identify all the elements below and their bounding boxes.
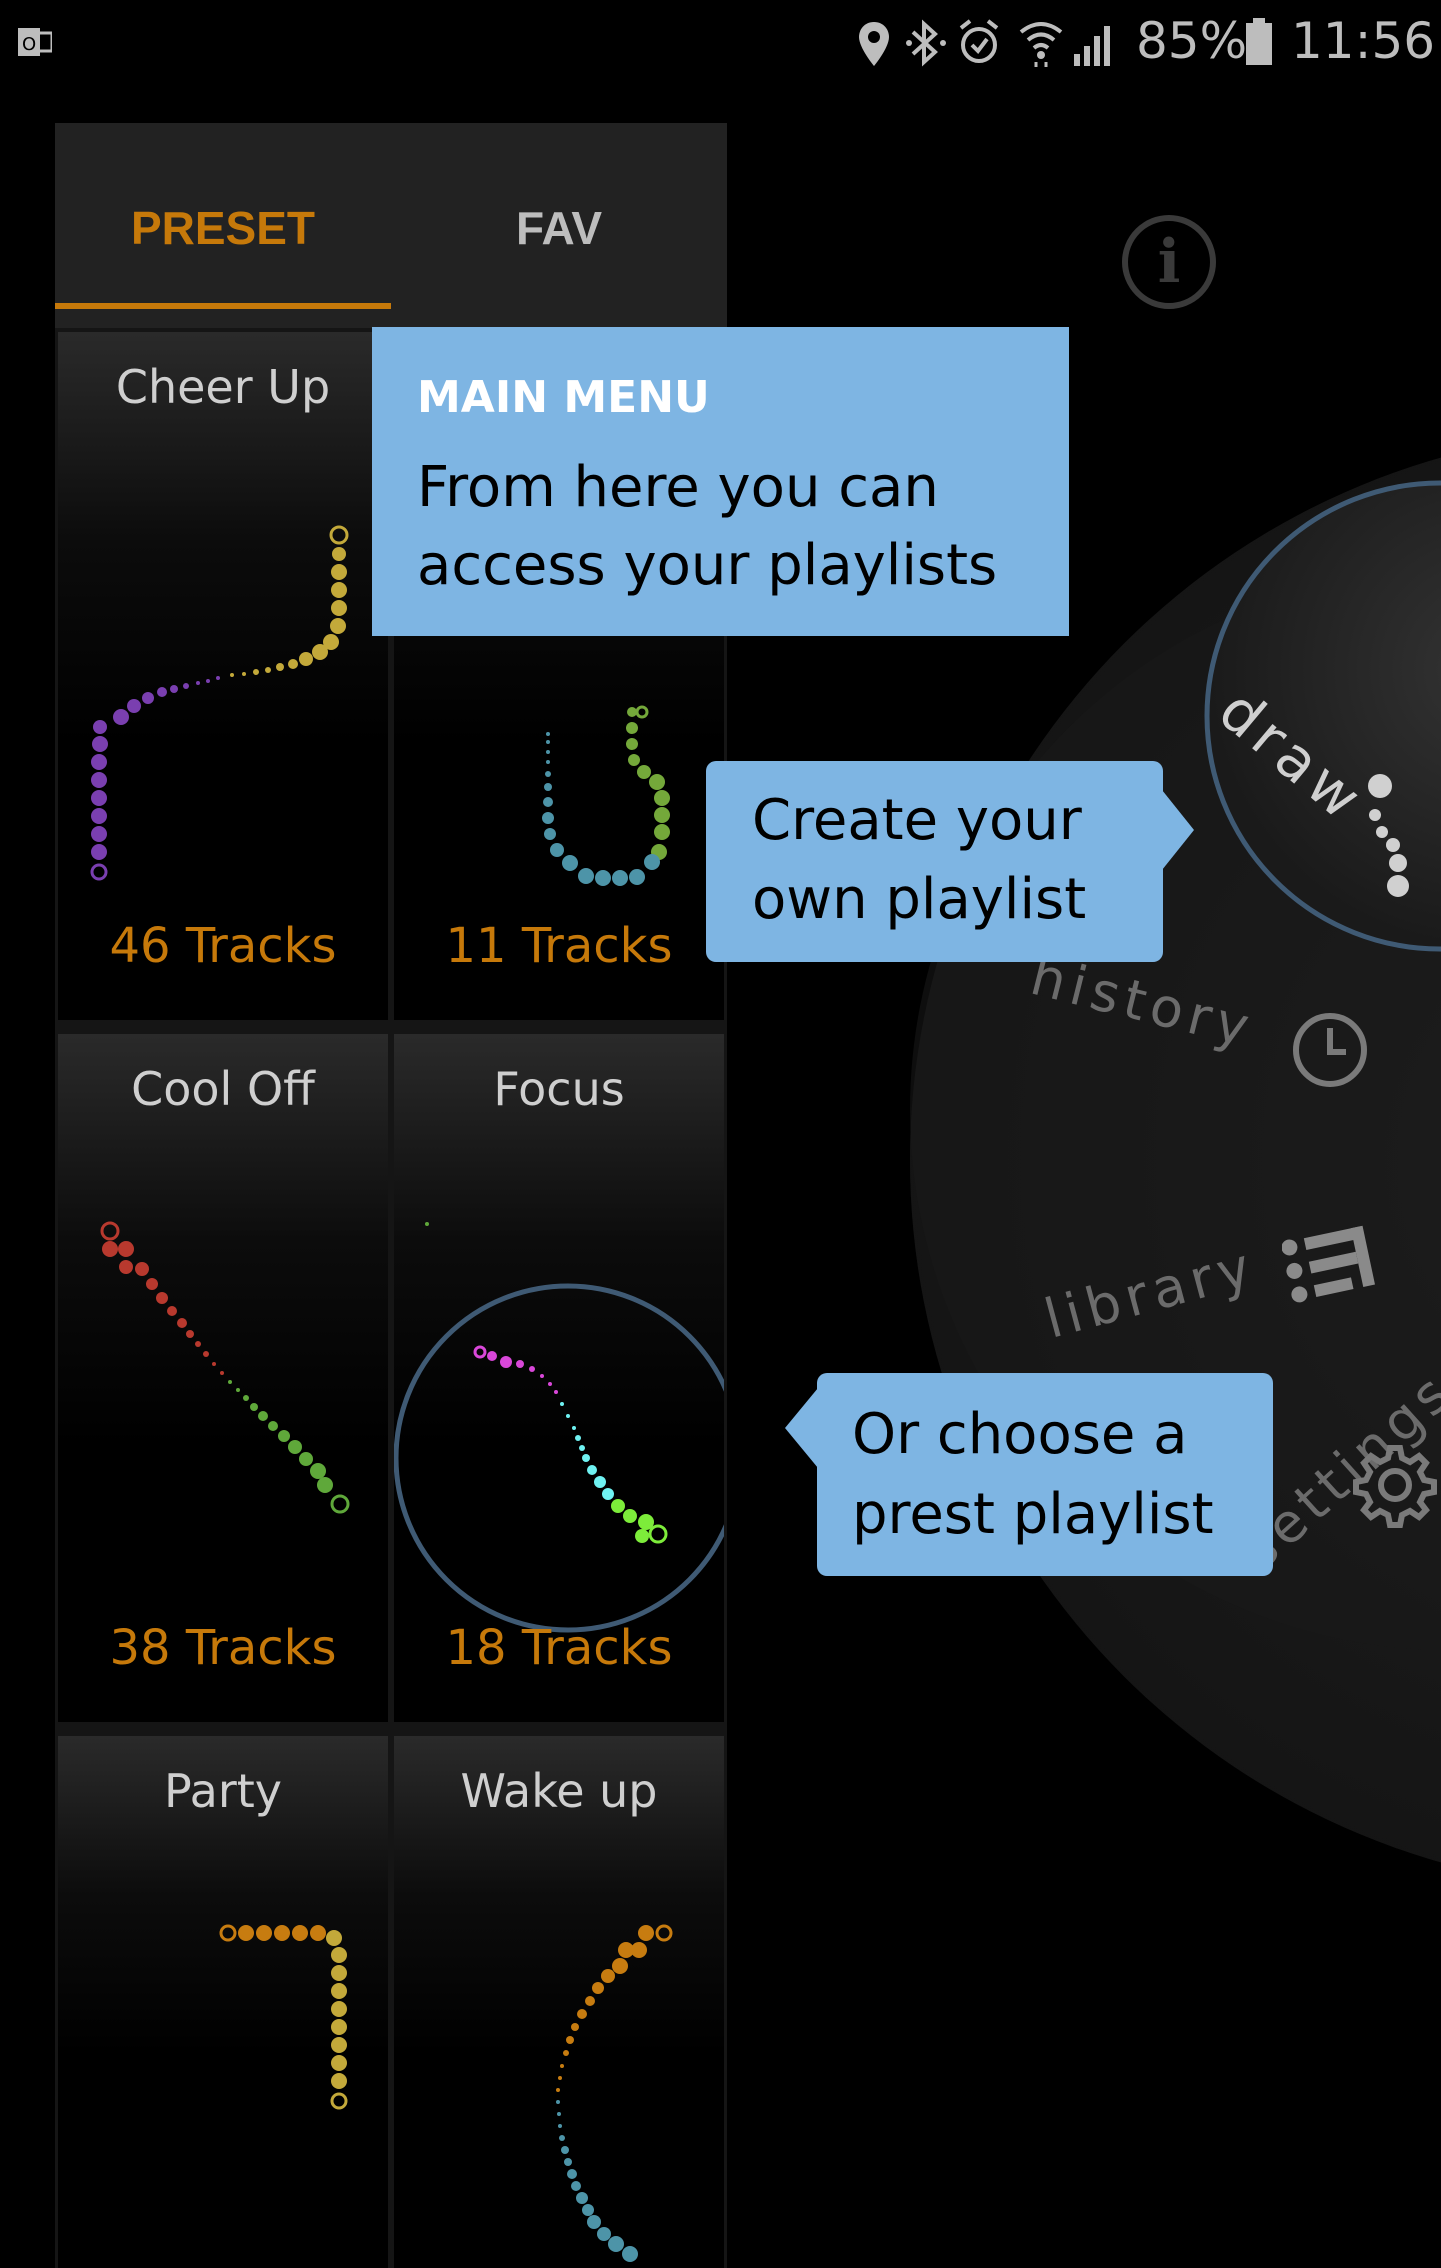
highlight-ring	[394, 1283, 724, 1633]
tab-preset[interactable]: PRESET	[55, 123, 391, 328]
playlist-curve	[394, 1222, 724, 1633]
preset-playlist-tooltip: Or choose a prest playlist	[817, 1373, 1273, 1576]
tooltip-body: Or choose a prest playlist	[852, 1402, 1214, 1547]
playlist-curve	[90, 525, 349, 881]
track-count: 11 Tracks	[445, 918, 673, 974]
tab-fav[interactable]: FAV	[391, 123, 727, 328]
tooltip-arrow	[1162, 790, 1194, 870]
playlist-curve	[100, 1221, 350, 1514]
active-tab-indicator	[55, 303, 391, 309]
tab-bar: PRESET FAV	[55, 123, 727, 328]
main-menu-tooltip: MAIN MENU From here you can access your …	[372, 327, 1069, 636]
playlist-card-cool-off[interactable]: Cool Off 38 Tracks	[58, 1034, 388, 1722]
playlist-card-wake-up[interactable]: Wake up	[394, 1736, 724, 2268]
tooltip-arrow	[785, 1388, 818, 1468]
playlist-card-focus[interactable]: Focus 18 Tracks	[394, 1034, 724, 1722]
playlist-curve	[219, 1924, 348, 2110]
clock-icon[interactable]	[1290, 1010, 1370, 1095]
tooltip-body: Create your own playlist	[752, 788, 1087, 932]
draw-dots-icon[interactable]	[1360, 770, 1420, 905]
create-playlist-tooltip: Create your own playlist	[706, 761, 1163, 962]
tooltip-heading: MAIN MENU	[417, 372, 710, 423]
gear-icon[interactable]	[1350, 1440, 1440, 1535]
playlist-card-party[interactable]: Party	[58, 1736, 388, 2268]
track-count: 38 Tracks	[109, 1620, 337, 1676]
library-icon[interactable]	[1281, 1225, 1382, 1310]
track-count: 18 Tracks	[445, 1620, 673, 1676]
playlist-card-cheer-up[interactable]: Cheer Up 46 Tracks	[58, 332, 388, 1020]
playlist-curve	[556, 1924, 673, 2262]
track-count: 46 Tracks	[109, 918, 337, 974]
tooltip-body: From here you can access your playlists	[417, 455, 998, 598]
